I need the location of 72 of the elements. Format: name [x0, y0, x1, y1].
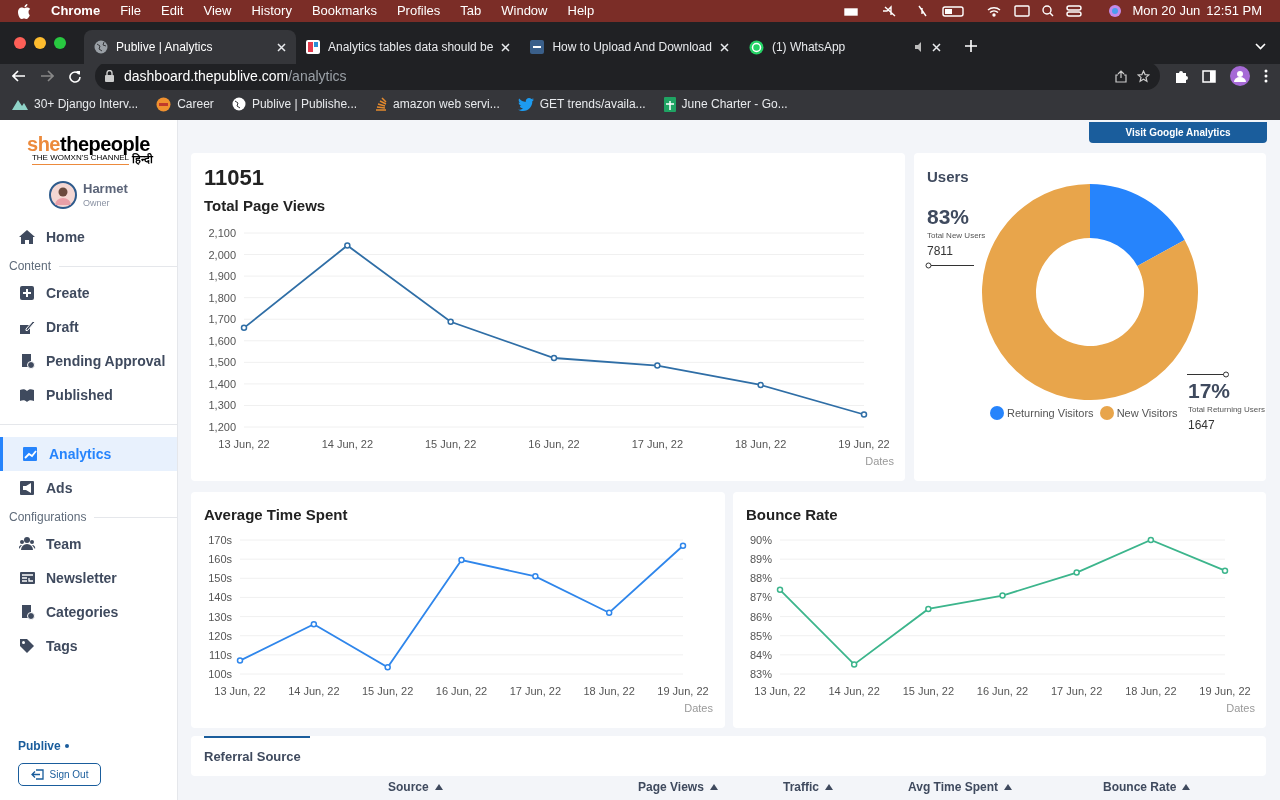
- card-title: Total Page Views: [203, 196, 327, 216]
- y-tick-label: 150s: [208, 571, 232, 584]
- y-tick-label: 85%: [749, 629, 772, 642]
- x-tick-label: 18 Jun, 22: [583, 684, 635, 697]
- card-title: Users: [927, 167, 969, 187]
- stat-label: Total Returning Users: [1188, 404, 1265, 416]
- x-tick-label: 13 Jun, 22: [754, 684, 806, 697]
- x-tick-label: 16 Jun, 22: [976, 684, 1029, 697]
- y-tick-label: 140s: [208, 590, 232, 603]
- x-tick-label: 17 Jun, 22: [631, 437, 683, 450]
- legend-label: New Visitors: [1116, 406, 1178, 421]
- x-tick-label: 14 Jun, 22: [828, 684, 880, 697]
- x-tick-label: 15 Jun, 22: [425, 437, 477, 450]
- percent-value: 17%: [1188, 380, 1232, 401]
- axis-title: Dates: [684, 701, 713, 714]
- percent-value: 83%: [927, 206, 971, 227]
- y-tick-label: 86%: [749, 610, 772, 623]
- y-tick-label: 120s: [208, 629, 232, 642]
- y-tick-label: 84%: [749, 648, 772, 661]
- section-heading: Content: [9, 258, 52, 275]
- y-tick-label: 1,900: [208, 269, 236, 282]
- x-tick-label: 16 Jun, 22: [435, 684, 488, 697]
- y-tick-label: 170s: [208, 533, 232, 546]
- stat-count: 1647: [1188, 417, 1216, 434]
- brand-name: Publive: [18, 738, 61, 755]
- x-tick-label: 15 Jun, 22: [902, 684, 954, 697]
- x-tick-label: 19 Jun, 22: [1199, 684, 1251, 697]
- x-tick-label: 17 Jun, 22: [509, 684, 561, 697]
- x-tick-label: 14 Jun, 22: [321, 437, 373, 450]
- y-tick-label: 110s: [208, 648, 232, 661]
- logo-text: shethepeople: [27, 133, 150, 155]
- y-tick-label: 1,800: [208, 291, 236, 304]
- y-tick-label: 100s: [208, 667, 232, 680]
- x-tick-label: 14 Jun, 22: [288, 684, 340, 697]
- legend-label: Returning Visitors: [1007, 406, 1094, 421]
- user-role: Owner: [83, 197, 111, 209]
- axis-title: Dates: [1226, 701, 1255, 714]
- y-tick-label: 1,300: [208, 398, 236, 411]
- stat-label: Total New Users: [927, 230, 986, 242]
- menu-date: Mon 20 Jun: [1132, 2, 1201, 21]
- x-tick-label: 15 Jun, 22: [362, 684, 414, 697]
- y-tick-label: 83%: [749, 667, 772, 680]
- y-tick-label: 1,700: [208, 312, 236, 325]
- y-tick-label: 1,600: [208, 334, 236, 347]
- logo-script: हिन्दी: [132, 154, 154, 165]
- x-tick-label: 18 Jun, 22: [735, 437, 787, 450]
- y-tick-label: 88%: [749, 571, 772, 584]
- y-tick-label: 90%: [749, 533, 772, 546]
- x-tick-label: 13 Jun, 22: [218, 437, 270, 450]
- y-tick-label: 160s: [208, 552, 232, 565]
- card-title: Bounce Rate: [745, 505, 839, 525]
- card-title: Average Time Spent: [203, 505, 349, 525]
- y-tick-label: 1,400: [208, 377, 236, 390]
- x-tick-label: 18 Jun, 22: [1125, 684, 1177, 697]
- x-tick-label: 19 Jun, 22: [838, 437, 890, 450]
- y-tick-label: 130s: [208, 610, 232, 623]
- stat-count: 7811: [927, 243, 954, 260]
- user-name: Harmet: [83, 181, 128, 198]
- total-count: 11051: [203, 164, 265, 192]
- axis-title: Dates: [865, 454, 894, 467]
- y-tick-label: 1,500: [208, 355, 236, 368]
- y-tick-label: 87%: [749, 590, 772, 603]
- y-tick-label: 1,200: [208, 420, 236, 433]
- y-tick-label: 89%: [749, 552, 772, 565]
- section-heading: Configurations: [9, 509, 87, 526]
- x-tick-label: 19 Jun, 22: [657, 684, 709, 697]
- y-tick-label: 2,000: [208, 248, 236, 261]
- x-tick-label: 17 Jun, 22: [1051, 684, 1103, 697]
- y-tick-label: 2,100: [208, 226, 236, 239]
- menu-time: 12:51 PM: [1206, 2, 1262, 21]
- x-tick-label: 13 Jun, 22: [214, 684, 266, 697]
- x-tick-label: 16 Jun, 22: [528, 437, 580, 450]
